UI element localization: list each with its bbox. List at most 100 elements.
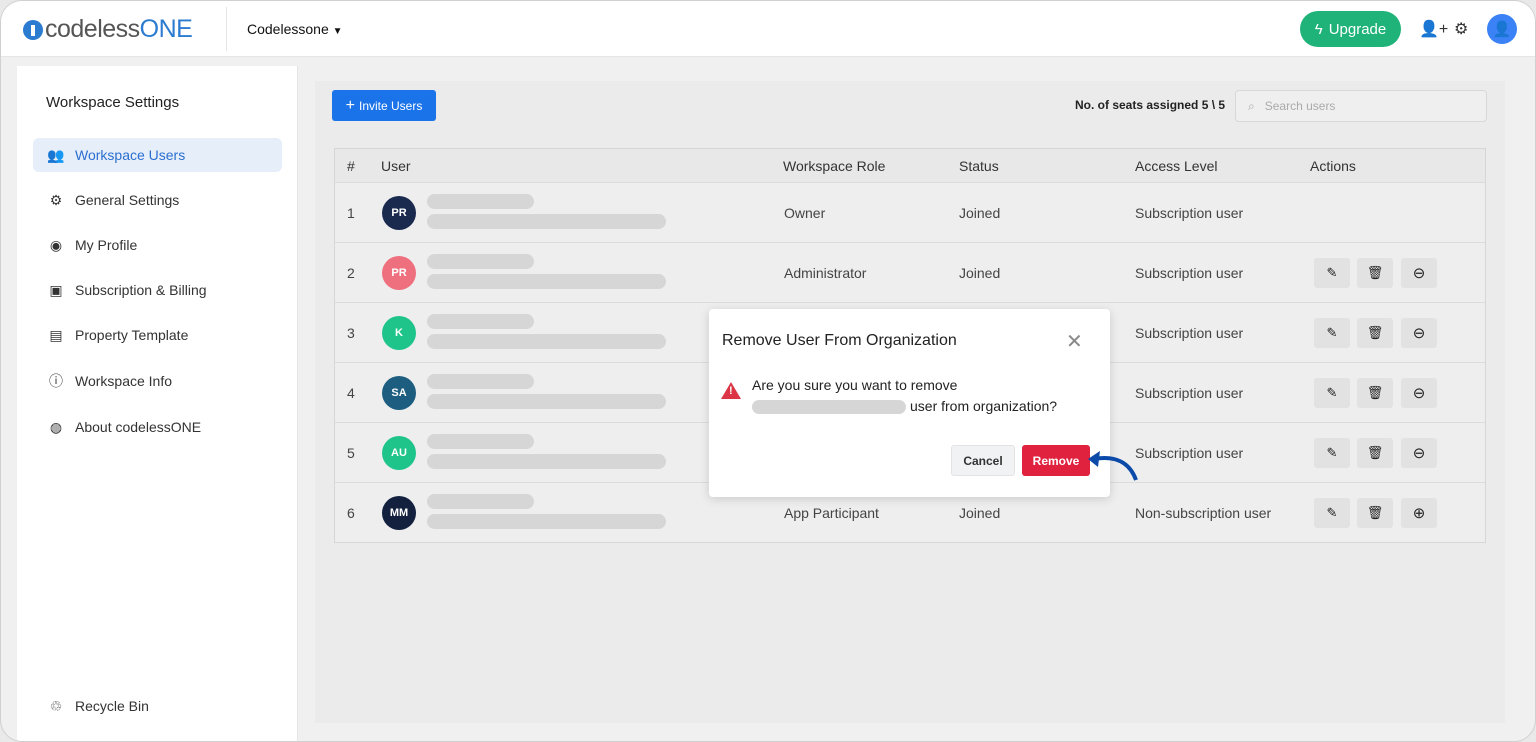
logo[interactable]: codeless ONE [23, 15, 193, 44]
redacted-name [427, 314, 534, 329]
search-input[interactable]: ⌕ Search users [1235, 90, 1487, 122]
pencil-icon: ✎ [1326, 504, 1338, 520]
redacted-name [427, 254, 534, 269]
sidebar-item-label: Recycle Bin [75, 698, 149, 714]
remove-button[interactable]: Remove [1022, 445, 1090, 476]
redacted-user-name [752, 400, 906, 415]
invite-users-button[interactable]: + Invite Users [332, 90, 436, 121]
pointer-arrow-icon [1088, 451, 1138, 481]
workspace-role: Owner [784, 204, 826, 221]
status: Joined [959, 204, 1001, 221]
redacted-name [427, 494, 534, 509]
redacted-name [427, 434, 534, 449]
sidebar-title: Workspace Settings [46, 94, 180, 111]
access-level: Subscription user [1135, 204, 1244, 221]
trash-icon: 🗑 [1366, 324, 1384, 340]
sidebar-item-workspace-info[interactable]: ⓘ Workspace Info [33, 364, 282, 398]
edit-button[interactable]: ✎ [1314, 497, 1350, 528]
toggle-subscription-button[interactable]: ⊖ [1401, 317, 1437, 348]
logo-text-one: ONE [139, 15, 193, 43]
col-user: User [381, 157, 411, 174]
minus-circle-icon: ⊖ [1412, 324, 1426, 342]
invite-label: Invite Users [358, 98, 423, 113]
search-icon: ⌕ [1248, 98, 1255, 113]
gear-icon[interactable]: ⚙ [1454, 19, 1468, 39]
plus-icon: + [345, 96, 355, 114]
trash-icon: 🗑 [1366, 264, 1384, 280]
access-level: Subscription user [1135, 444, 1244, 461]
remove-user-dialog: Remove User From Organization ✕ ! Are yo… [709, 309, 1110, 497]
table-row: 2 PR Administrator Joined Subscription u… [335, 242, 1485, 302]
redacted-name [427, 374, 534, 389]
avatar: AU [382, 435, 416, 470]
sidebar-item-about[interactable]: ◍ About codelessONE [33, 410, 282, 444]
delete-button[interactable]: 🗑 [1357, 377, 1393, 408]
toggle-subscription-button[interactable]: ⊖ [1401, 377, 1437, 408]
workspace-role: Administrator [784, 264, 867, 281]
minus-circle-icon: ⊖ [1412, 264, 1426, 282]
close-icon[interactable]: ✕ [1066, 329, 1083, 354]
sidebar-item-label: Workspace Info [75, 373, 173, 389]
sidebar-item-general-settings[interactable]: ⚙ General Settings [33, 183, 282, 217]
sidebar-item-label: Property Template [75, 327, 189, 343]
upgrade-button[interactable]: ϟ Upgrade [1300, 11, 1401, 47]
row-number: 6 [347, 504, 355, 521]
toggle-subscription-button[interactable]: ⊖ [1401, 437, 1437, 468]
redacted-email [427, 334, 666, 349]
top-bar: codeless ONE Codelessone ▼ ϟ Upgrade 👤+ ⚙ … [1, 1, 1535, 57]
caret-down-icon: ▼ [332, 26, 343, 37]
toggle-subscription-button[interactable]: ⊖ [1401, 257, 1437, 288]
document-icon: ▤ [49, 326, 63, 343]
avatar: SA [382, 375, 416, 410]
delete-button[interactable]: 🗑 [1357, 317, 1393, 348]
row-number: 5 [347, 444, 355, 461]
col-status: Status [959, 157, 999, 174]
app-window: codeless ONE Codelessone ▼ ϟ Upgrade 👤+ ⚙ … [0, 0, 1536, 742]
sidebar-item-label: Workspace Users [75, 147, 186, 163]
redacted-name [427, 194, 534, 209]
edit-button[interactable]: ✎ [1314, 317, 1350, 348]
cancel-button[interactable]: Cancel [951, 445, 1015, 476]
avatar: PR [382, 195, 416, 230]
sidebar-item-label: Subscription & Billing [75, 282, 207, 298]
col-access: Access Level [1135, 157, 1218, 174]
delete-button[interactable]: 🗑 [1357, 437, 1393, 468]
sidebar-item-subscription-billing[interactable]: ▣ Subscription & Billing [33, 273, 282, 307]
dialog-title: Remove User From Organization [722, 332, 957, 349]
divider [226, 7, 227, 51]
trash-icon: 🗑 [1366, 504, 1384, 520]
workspace-role: App Participant [784, 504, 879, 521]
row-number: 1 [347, 204, 355, 221]
row-number: 3 [347, 324, 355, 341]
pencil-icon: ✎ [1326, 324, 1338, 340]
col-actions: Actions [1310, 157, 1356, 174]
sidebar-item-workspace-users[interactable]: 👥 Workspace Users [33, 138, 282, 172]
edit-button[interactable]: ✎ [1314, 257, 1350, 288]
sidebar: Workspace Settings 👥 Workspace Users ⚙ Gen… [17, 66, 298, 741]
add-user-icon[interactable]: 👤+ [1419, 19, 1448, 39]
delete-button[interactable]: 🗑 [1357, 497, 1393, 528]
edit-button[interactable]: ✎ [1314, 377, 1350, 408]
workspace-dropdown[interactable]: Codelessone ▼ [247, 21, 343, 37]
col-role: Workspace Role [783, 157, 886, 174]
search-placeholder: Search users [1264, 99, 1336, 113]
logo-text: codeless [45, 15, 140, 43]
delete-button[interactable]: 🗑 [1357, 257, 1393, 288]
user-circle-icon: ◉ [49, 236, 63, 253]
users-icon: 👥 [47, 146, 65, 163]
minus-circle-icon: ⊖ [1412, 384, 1426, 402]
sidebar-item-property-template[interactable]: ▤ Property Template [33, 318, 282, 352]
sidebar-item-recycle-bin[interactable]: ♲ Recycle Bin [33, 689, 282, 723]
sidebar-item-my-profile[interactable]: ◉ My Profile [33, 228, 282, 262]
access-level: Subscription user [1135, 264, 1244, 281]
profile-avatar[interactable]: 👤 [1487, 14, 1517, 44]
edit-button[interactable]: ✎ [1314, 437, 1350, 468]
redacted-email [427, 394, 666, 409]
pencil-icon: ✎ [1326, 444, 1338, 460]
table-row: 1 PR Owner Joined Subscription user [335, 182, 1485, 242]
redacted-email [427, 454, 666, 469]
upgrade-label: Upgrade [1328, 20, 1387, 38]
toggle-subscription-button[interactable]: ⊕ [1401, 497, 1437, 528]
status: Joined [959, 504, 1001, 521]
dialog-message: Are you sure you want to remove user from… [752, 375, 1057, 417]
